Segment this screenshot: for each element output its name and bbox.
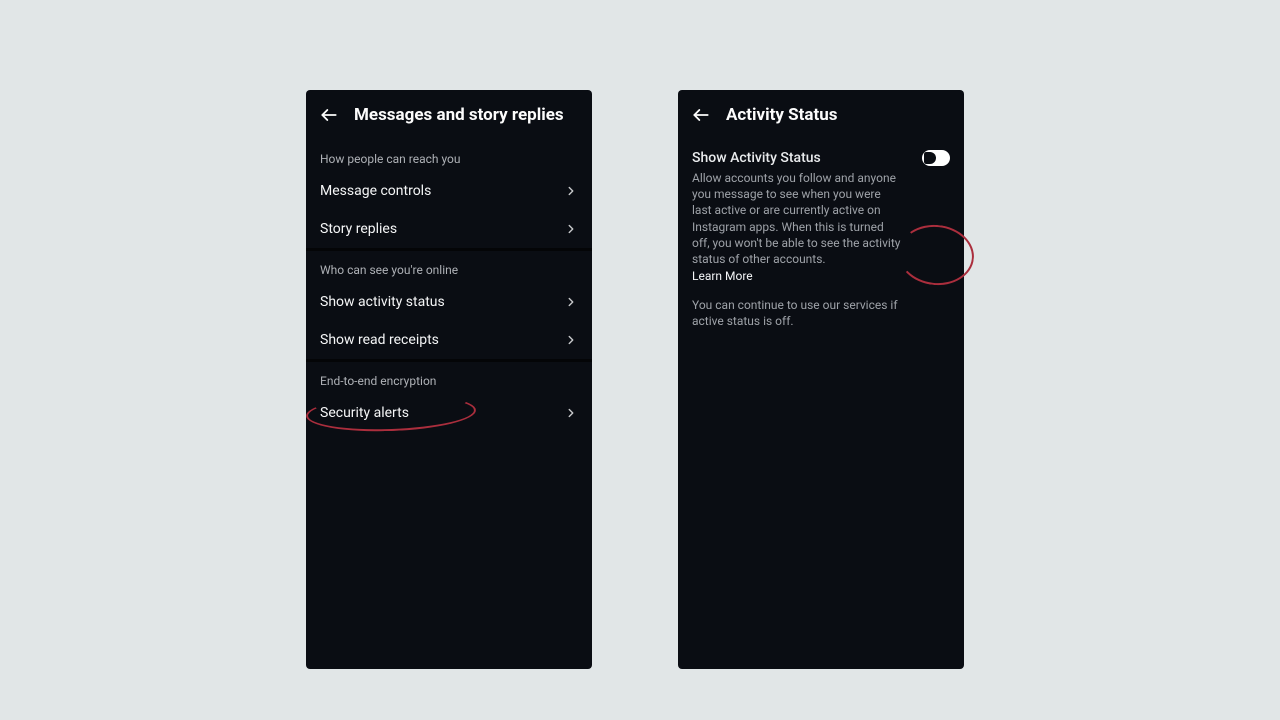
row-security-alerts[interactable]: Security alerts	[306, 394, 592, 432]
section-heading-reach: How people can reach you	[306, 140, 592, 172]
row-label: Show read receipts	[320, 332, 439, 348]
left-header: Messages and story replies	[306, 90, 592, 140]
row-label: Show activity status	[320, 294, 445, 310]
activity-status-description: Allow accounts you follow and anyone you…	[692, 170, 902, 267]
back-arrow-icon[interactable]	[690, 104, 712, 126]
section-divider	[306, 248, 592, 251]
chevron-right-icon	[564, 184, 578, 198]
row-show-read-receipts[interactable]: Show read receipts	[306, 321, 592, 359]
row-show-activity-status[interactable]: Show activity status	[306, 283, 592, 321]
section-heading-online: Who can see you're online	[306, 251, 592, 283]
learn-more-link[interactable]: Learn More	[692, 269, 950, 283]
row-label: Message controls	[320, 183, 431, 199]
chevron-right-icon	[564, 406, 578, 420]
phone-right-screen: Activity Status Show Activity Status All…	[678, 90, 964, 669]
activity-status-row: Show Activity Status	[692, 150, 950, 166]
chevron-right-icon	[564, 295, 578, 309]
row-story-replies[interactable]: Story replies	[306, 210, 592, 248]
right-header-title: Activity Status	[726, 105, 838, 125]
phone-left-screen: Messages and story replies How people ca…	[306, 90, 592, 669]
row-label: Story replies	[320, 221, 397, 237]
right-header: Activity Status	[678, 90, 964, 140]
activity-status-note: You can continue to use our services if …	[692, 297, 912, 329]
back-arrow-icon[interactable]	[318, 104, 340, 126]
left-header-title: Messages and story replies	[354, 105, 564, 125]
activity-status-panel: Show Activity Status Allow accounts you …	[678, 140, 964, 330]
activity-status-toggle[interactable]	[922, 150, 950, 166]
section-heading-encryption: End-to-end encryption	[306, 362, 592, 394]
chevron-right-icon	[564, 222, 578, 236]
toggle-label: Show Activity Status	[692, 150, 821, 166]
row-label: Security alerts	[320, 405, 409, 421]
chevron-right-icon	[564, 333, 578, 347]
section-divider	[306, 359, 592, 362]
row-message-controls[interactable]: Message controls	[306, 172, 592, 210]
